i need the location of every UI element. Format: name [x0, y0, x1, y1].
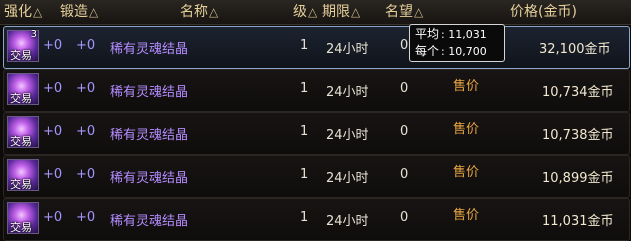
- forge-value: +0: [76, 167, 96, 182]
- price-label: 售价: [453, 165, 480, 180]
- tooltip-each-label: 每个: [415, 44, 440, 58]
- price-label: 售价: [453, 122, 480, 137]
- level-value: 1: [300, 38, 309, 53]
- tooltip-average-line: 平均: 11,031: [415, 26, 499, 43]
- tooltip-average-label: 平均: [415, 27, 440, 41]
- header-price-label: 价格(金币): [510, 4, 577, 20]
- header-enhance[interactable]: 强化△: [4, 0, 42, 24]
- trade-badge: 交易: [10, 221, 32, 234]
- price-tooltip: 平均: 11,031 每个: 10,700: [409, 24, 505, 62]
- column-header-bar: 强化△ 锻造△ 名称△ 级△ 期限△ 名望△ 价格(金币): [0, 0, 631, 25]
- tooltip-average-value: : 11,031: [441, 28, 487, 41]
- price-value: 32,100金币: [539, 42, 611, 57]
- item-name: 稀有灵魂结晶: [110, 214, 189, 229]
- header-name-label: 名称: [180, 4, 208, 20]
- price-value: 10,738金币: [542, 128, 614, 143]
- price-label: 售价: [453, 79, 480, 94]
- header-level[interactable]: 级△: [293, 0, 317, 24]
- header-duration-label: 期限: [322, 4, 350, 20]
- soul-crystal-icon: 3 交易: [7, 29, 39, 62]
- item-name: 稀有灵魂结晶: [110, 85, 189, 100]
- enhance-value: +0: [43, 167, 63, 182]
- header-name[interactable]: 名称△: [180, 0, 218, 24]
- forge-value: +0: [76, 210, 96, 225]
- listing-row[interactable]: 交易 +0 +0 稀有灵魂结晶 1 24小时 0 售价 10,738金币: [3, 112, 630, 155]
- duration-value: 24小时: [326, 171, 369, 186]
- listing-row[interactable]: 3 交易 +0 +0 稀有灵魂结晶 1 24小时 0 32,100金币: [3, 26, 630, 69]
- price-value: 11,031金币: [542, 214, 614, 229]
- forge-value: +0: [76, 38, 96, 53]
- level-value: 1: [300, 167, 309, 182]
- level-value: 1: [300, 81, 309, 96]
- listing-row[interactable]: 交易 +0 +0 稀有灵魂结晶 1 24小时 0 售价 11,031金币: [3, 198, 630, 241]
- trade-badge: 交易: [10, 135, 32, 148]
- header-enhance-label: 强化: [4, 4, 32, 20]
- sort-triangle-icon: △: [33, 5, 43, 19]
- forge-value: +0: [76, 124, 96, 139]
- sort-triangle-icon: △: [351, 5, 361, 19]
- header-forge[interactable]: 锻造△: [60, 0, 98, 24]
- soul-crystal-icon: 交易: [7, 116, 39, 148]
- duration-value: 24小时: [326, 42, 369, 57]
- enhance-value: +0: [43, 81, 63, 96]
- reputation-value: 0: [400, 124, 409, 139]
- duration-value: 24小时: [326, 85, 369, 100]
- reputation-value: 0: [400, 81, 409, 96]
- header-reputation-label: 名望: [385, 4, 413, 20]
- header-level-label: 级: [293, 4, 307, 20]
- header-price[interactable]: 价格(金币): [510, 0, 577, 24]
- enhance-value: +0: [43, 210, 63, 225]
- level-value: 1: [300, 210, 309, 225]
- sort-triangle-icon: △: [89, 5, 99, 19]
- header-duration[interactable]: 期限△: [322, 0, 360, 24]
- item-name: 稀有灵魂结晶: [110, 128, 189, 143]
- trade-badge: 交易: [10, 49, 32, 62]
- header-forge-label: 锻造: [60, 4, 88, 20]
- tooltip-each-line: 每个: 10,700: [415, 43, 499, 60]
- level-value: 1: [300, 124, 309, 139]
- sort-triangle-icon: △: [414, 5, 424, 19]
- price-label: 售价: [453, 208, 480, 223]
- item-name: 稀有灵魂结晶: [110, 171, 189, 186]
- reputation-value: 0: [400, 167, 409, 182]
- tooltip-each-value: : 10,700: [441, 45, 487, 58]
- item-name: 稀有灵魂结晶: [110, 42, 189, 57]
- enhance-value: +0: [43, 38, 63, 53]
- stack-count: 3: [30, 29, 37, 40]
- sort-triangle-icon: △: [209, 5, 219, 19]
- reputation-value: 0: [400, 38, 409, 53]
- duration-value: 24小时: [326, 214, 369, 229]
- soul-crystal-icon: 交易: [7, 159, 39, 191]
- price-value: 10,734金币: [542, 85, 614, 100]
- enhance-value: +0: [43, 124, 63, 139]
- trade-badge: 交易: [10, 178, 32, 191]
- header-reputation[interactable]: 名望△: [385, 0, 423, 24]
- soul-crystal-icon: 交易: [7, 202, 39, 234]
- listing-row[interactable]: 交易 +0 +0 稀有灵魂结晶 1 24小时 0 售价 10,899金币: [3, 155, 630, 198]
- soul-crystal-icon: 交易: [7, 73, 39, 105]
- sort-triangle-icon: △: [308, 5, 318, 19]
- price-value: 10,899金币: [542, 171, 614, 186]
- reputation-value: 0: [400, 210, 409, 225]
- duration-value: 24小时: [326, 128, 369, 143]
- listing-row[interactable]: 交易 +0 +0 稀有灵魂结晶 1 24小时 0 售价 10,734金币: [3, 69, 630, 112]
- trade-badge: 交易: [10, 92, 32, 105]
- forge-value: +0: [76, 81, 96, 96]
